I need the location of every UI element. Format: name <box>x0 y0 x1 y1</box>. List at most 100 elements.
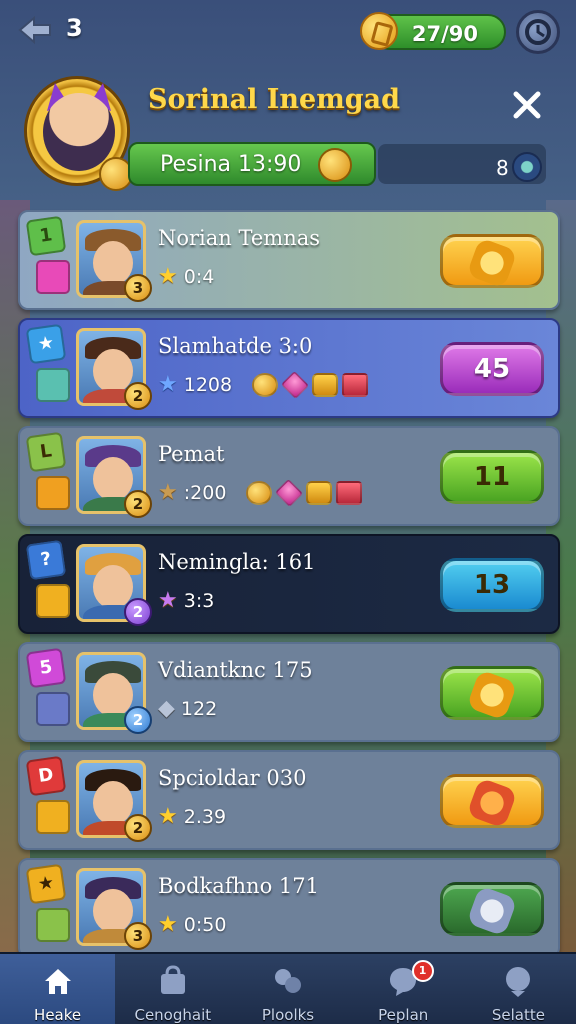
list-item[interactable]: ★ 3 Bodkafhno 171 ★ 0:50 <box>18 858 560 958</box>
medal-icon <box>318 148 352 182</box>
score-value: 0:50 <box>183 913 227 936</box>
cube-icon <box>36 908 70 942</box>
nav-label: Ploolks <box>261 1006 315 1024</box>
level-badge: 2 <box>124 706 152 734</box>
row-name: Pemat <box>158 442 225 466</box>
player-name: Sorinal Inemgad <box>148 84 401 115</box>
nav-shop[interactable]: Cenoghait <box>115 954 230 1024</box>
row-score: ★ :200 <box>158 478 363 507</box>
avatar-face <box>43 93 115 171</box>
notification-badge: 1 <box>411 960 434 982</box>
top-bar: 3 27/90 <box>0 0 576 62</box>
list-item[interactable]: ★ 2 Slamhatde 3:0 ★ 1208 45 <box>18 318 560 418</box>
cube-icon <box>36 692 70 726</box>
box-reward-icon <box>336 480 363 505</box>
rank-badge: ? <box>25 539 67 581</box>
level-badge: 3 <box>124 274 152 302</box>
nav-globe[interactable]: Selatte <box>461 954 576 1024</box>
nav-puzzle[interactable]: Ploolks <box>230 954 345 1024</box>
level-badge: 3 <box>124 922 152 950</box>
list-item[interactable]: 5 2 Vdiantknc 175 ◆ 122 <box>18 642 560 742</box>
nav-label: Cenoghait <box>134 1006 212 1024</box>
score-value: 1208 <box>183 373 233 396</box>
rank-badge: ★ <box>25 323 67 365</box>
points-text: Pesina 13:90 <box>160 152 302 177</box>
rank-badge: D <box>25 755 67 797</box>
nav-chat[interactable]: 1 Peplan <box>346 954 461 1024</box>
nav-home[interactable]: Heake <box>0 954 116 1024</box>
row-score: ★ 1208 <box>158 370 369 399</box>
list-item[interactable]: ? 2 Nemingla: 161 ★ 3:3 13 <box>18 534 560 634</box>
rank-badge: 1 <box>25 215 67 257</box>
nav-label: Peplan <box>378 1006 429 1024</box>
gear-emblem-icon <box>466 777 518 829</box>
nav-label: Selatte <box>491 1006 545 1024</box>
settings-button[interactable] <box>516 10 560 54</box>
star-icon: ★ <box>158 588 178 613</box>
reward-button[interactable]: 13 <box>440 558 544 612</box>
star-icon: ★ <box>158 480 178 505</box>
level-badge: 2 <box>124 814 152 842</box>
coin-icon <box>360 12 398 50</box>
list-item[interactable]: L 2 Pemat ★ :200 11 <box>18 426 560 526</box>
reward-icons <box>252 370 369 399</box>
row-score: ◆ 122 <box>158 696 217 721</box>
claim-button[interactable] <box>440 882 544 937</box>
rank-badge: 5 <box>25 647 67 689</box>
puzzle-icon <box>275 969 301 993</box>
reward-button[interactable]: 45 <box>440 342 544 396</box>
claim-button[interactable] <box>440 666 544 721</box>
rank-badge: ★ <box>25 863 67 905</box>
gear-emblem-icon <box>466 885 518 937</box>
nav-label: Heake <box>34 1006 82 1024</box>
rank-badge: L <box>25 431 67 473</box>
gear-emblem-icon <box>466 237 518 289</box>
cube-reward-icon <box>306 480 333 505</box>
list-item[interactable]: 1 3 Norian Temnas ★ 0:4 <box>18 210 560 310</box>
row-score: ★ 2.39 <box>158 804 226 829</box>
level-number: 3 <box>66 14 83 42</box>
back-button[interactable] <box>16 10 56 50</box>
player-avatar[interactable] <box>24 76 133 191</box>
level-badge: 2 <box>124 598 152 626</box>
star-icon: ★ <box>158 372 178 397</box>
cube-icon <box>36 260 70 294</box>
ticket-icon: ◆ <box>158 696 175 721</box>
profile-header: Sorinal Inemgad Pesina 13:90 8 <box>18 72 560 202</box>
row-name: Nemingla: 161 <box>158 550 316 574</box>
cube-icon <box>36 368 70 402</box>
row-score: ★ 3:3 <box>158 588 214 613</box>
reward-button[interactable]: 11 <box>440 450 544 504</box>
reward-icons <box>246 478 363 507</box>
claim-button[interactable] <box>440 774 544 829</box>
leaderboard-list: 1 3 Norian Temnas ★ 0:4 ★ 2 Slamhatde 3:… <box>18 210 560 988</box>
globe-icon <box>506 967 531 997</box>
row-score: ★ 0:4 <box>158 264 214 289</box>
level-badge: 2 <box>124 490 152 518</box>
gear-emblem-icon <box>466 669 518 721</box>
star-icon: ★ <box>158 804 178 829</box>
star-icon: ★ <box>158 912 178 937</box>
close-icon <box>513 91 541 119</box>
row-score: ★ 0:50 <box>158 912 226 937</box>
score-value: 0:4 <box>183 265 215 288</box>
claim-button[interactable] <box>440 234 544 289</box>
coin-balance-value: 27/90 <box>411 22 478 46</box>
box-reward-icon <box>342 372 369 397</box>
level-badge: 2 <box>124 382 152 410</box>
cube-icon <box>36 584 70 618</box>
row-name: Spcioldar 030 <box>158 766 307 790</box>
shop-icon <box>160 965 185 994</box>
list-item[interactable]: D 2 Spcioldar 030 ★ 2.39 <box>18 750 560 850</box>
coin-reward-icon <box>246 480 273 505</box>
score-value: 3:3 <box>183 589 215 612</box>
score-value: :200 <box>183 481 227 504</box>
gem-reward-icon <box>280 370 310 399</box>
cube-icon <box>36 476 70 510</box>
row-name: Norian Temnas <box>158 226 321 250</box>
gems-count: 8 <box>496 156 509 180</box>
gem-icon <box>512 152 542 182</box>
home-icon <box>44 969 71 994</box>
close-button[interactable] <box>510 88 544 122</box>
score-value: 2.39 <box>183 805 227 828</box>
